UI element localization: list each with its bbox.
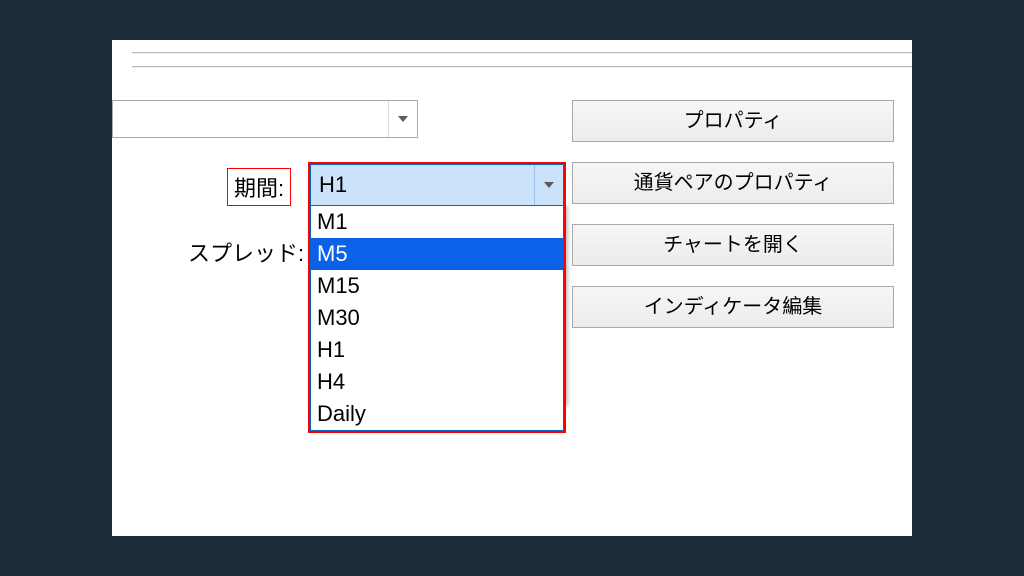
- separator: [132, 66, 912, 68]
- period-option[interactable]: M15: [311, 270, 563, 302]
- symbol-properties-button[interactable]: 通貨ペアのプロパティ: [572, 162, 894, 204]
- period-dropdown[interactable]: M1 M5 M15 M30 H1 H4 Daily: [310, 206, 564, 431]
- period-option[interactable]: H1: [311, 334, 563, 366]
- period-option[interactable]: Daily: [311, 398, 563, 430]
- chevron-down-icon: [534, 165, 563, 205]
- dialog-panel: プロパティ 通貨ペアのプロパティ チャートを開く インディケータ編集 期間: ス…: [112, 40, 912, 536]
- properties-button[interactable]: プロパティ: [572, 100, 894, 142]
- spread-label: スプレッド:: [188, 236, 304, 268]
- period-combobox-annotation: H1 M1 M5 M15 M30 H1 H4 Daily: [308, 162, 566, 433]
- open-chart-button[interactable]: チャートを開く: [572, 224, 894, 266]
- period-option[interactable]: M1: [311, 206, 563, 238]
- period-label: 期間:: [227, 168, 291, 206]
- period-option[interactable]: M5: [311, 238, 563, 270]
- separator: [132, 52, 912, 54]
- period-combobox[interactable]: H1: [310, 164, 564, 206]
- period-option[interactable]: M30: [311, 302, 563, 334]
- period-combobox-value: H1: [319, 172, 347, 197]
- edit-indicator-button[interactable]: インディケータ編集: [572, 286, 894, 328]
- chevron-down-icon: [388, 101, 417, 137]
- period-option[interactable]: H4: [311, 366, 563, 398]
- symbol-combobox[interactable]: [112, 100, 418, 138]
